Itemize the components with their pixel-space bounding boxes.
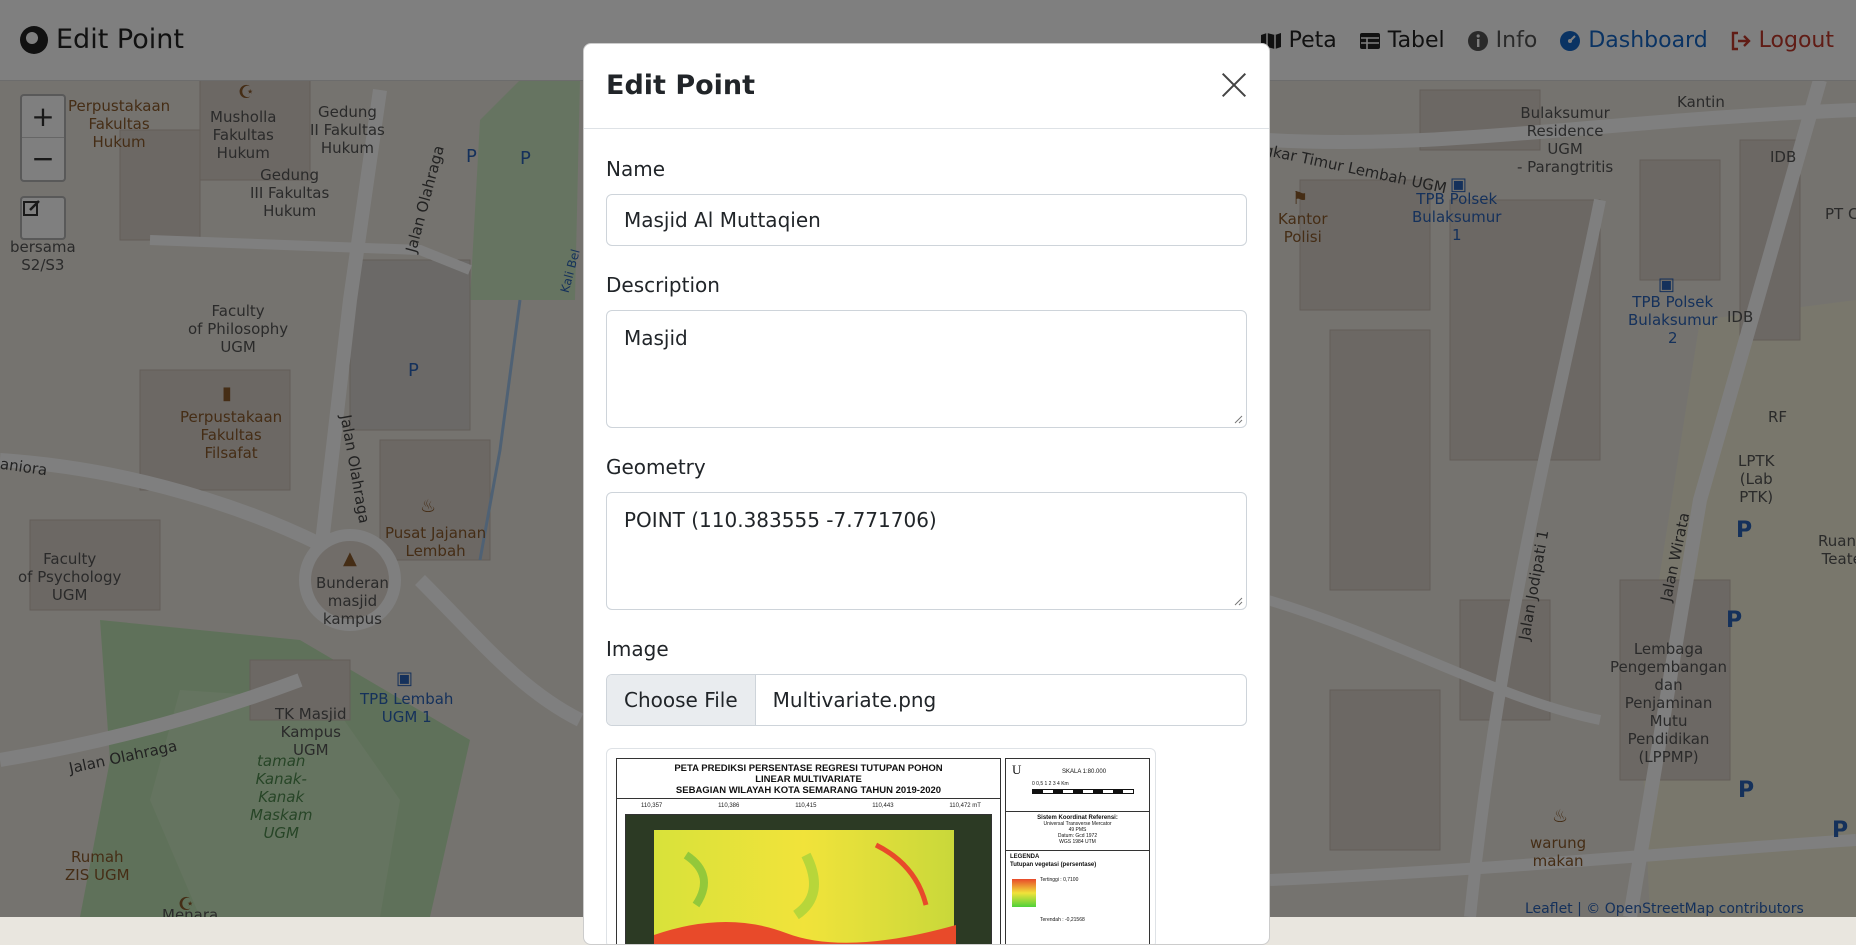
description-value: Masjid: [624, 326, 688, 350]
close-icon[interactable]: [1217, 68, 1251, 102]
choose-file-button[interactable]: Choose File: [607, 675, 756, 725]
geometry-textarea[interactable]: POINT (110.383555 -7.771706): [606, 492, 1247, 610]
preview-title-line: LINEAR MULTIVARIATE: [755, 774, 862, 785]
modal-title: Edit Point: [606, 70, 756, 101]
preview-title-line: SEBAGIAN WILAYAH KOTA SEMARANG TAHUN 201…: [675, 785, 942, 796]
preview-crs-title: Sistem Koordinat Referensi:: [1037, 815, 1118, 821]
preview-skala: SKALA 1:80.000: [1062, 769, 1107, 775]
image-file-input[interactable]: Choose File Multivariate.png: [606, 674, 1247, 726]
preview-legend-sub: Tutupan vegetasi (persentase): [1010, 862, 1097, 868]
preview-raster: [625, 814, 992, 944]
preview-tick: 110,357: [641, 803, 663, 809]
preview-map-title: PETA PREDIKSI PERSENTASE REGRESI TUTUPAN…: [617, 759, 1000, 799]
preview-ticks: 110,357 110,386 110,415 110,443 110,472 …: [641, 803, 981, 809]
description-textarea[interactable]: Masjid: [606, 310, 1247, 428]
preview-legend-high: Tertinggi : 0,7100: [1040, 877, 1079, 883]
legend-color-ramp: [1012, 879, 1036, 907]
name-label: Name: [606, 157, 666, 181]
edit-point-modal: Edit Point Name Masjid Al Muttaqien Desc…: [583, 43, 1270, 945]
preview-tick: 110,386: [718, 803, 740, 809]
image-label: Image: [606, 637, 669, 661]
preview-tick: 110,472 mT: [949, 803, 981, 809]
preview-title-line: PETA PREDIKSI PERSENTASE REGRESI TUTUPAN…: [674, 763, 943, 774]
preview-tick: 110,415: [795, 803, 817, 809]
description-label: Description: [606, 273, 720, 297]
name-input[interactable]: Masjid Al Muttaqien: [606, 194, 1247, 246]
modal-body: Name Masjid Al Muttaqien Description Mas…: [584, 157, 1269, 944]
preview-scale-box: U SKALA 1:80.000 0 0,5 1 2 3 4 Km: [1006, 759, 1149, 812]
geometry-value: POINT (110.383555 -7.771706): [624, 508, 937, 532]
preview-crs-detail: Universal Transverse Mercator 49 PMS Dat…: [1043, 821, 1112, 845]
preview-legend-box: LEGENDA Tutupan vegetasi (persentase) Te…: [1006, 851, 1149, 941]
modal-header: Edit Point: [584, 44, 1269, 129]
file-name: Multivariate.png: [772, 688, 937, 712]
north-arrow-icon: U: [1012, 762, 1022, 777]
preview-scale-nums: 0 0,5 1 2 3 4 Km: [1032, 781, 1069, 787]
geometry-label: Geometry: [606, 455, 706, 479]
preview-tick: 110,443: [872, 803, 894, 809]
resize-handle-icon[interactable]: [1233, 596, 1243, 606]
image-preview: PETA PREDIKSI PERSENTASE REGRESI TUTUPAN…: [606, 748, 1156, 944]
resize-handle-icon[interactable]: [1233, 414, 1243, 424]
preview-crs-box: Sistem Koordinat Referensi: Universal Tr…: [1006, 812, 1149, 851]
preview-legend-title: LEGENDA: [1010, 854, 1040, 860]
preview-legend-low: Terendah : -0,21568: [1040, 917, 1085, 923]
scale-bar: [1032, 789, 1134, 794]
